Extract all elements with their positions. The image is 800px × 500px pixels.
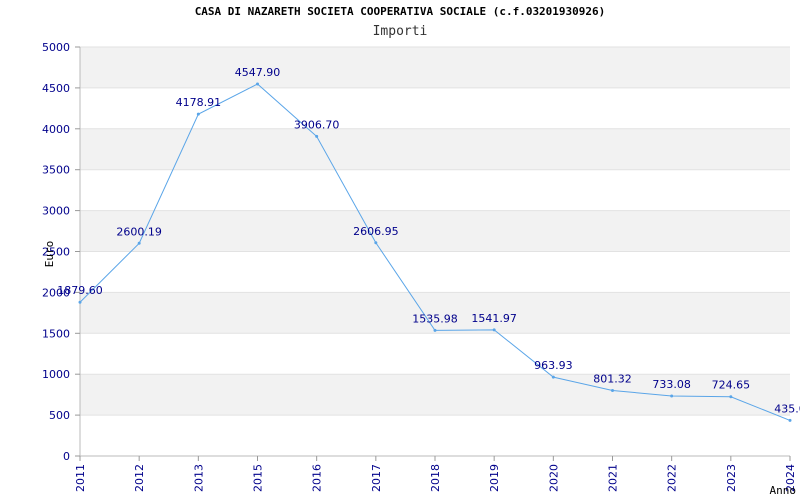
data-point [315,134,319,138]
data-point [256,82,259,86]
data-point [137,241,141,245]
y-tick-label: 4500 [42,82,70,95]
x-axis-ticks: 2011 2012 2013 2015 2016 2017 2018 2019 2020 2021… [74,456,797,492]
y-tick-label: 1000 [42,368,70,381]
data-label: 2606.95 [353,225,399,238]
data-label: 3906.70 [294,118,340,131]
data-label: 4547.90 [235,66,281,79]
y-tick-label: 4000 [42,123,70,136]
y-tick-label: 3500 [42,164,70,177]
data-label: 963.93 [534,359,573,372]
data-label: 1879.60 [57,284,103,297]
data-point [551,375,555,379]
x-tick-label: 2013 [192,464,205,492]
x-tick-label: 2015 [252,464,265,492]
data-point [196,112,200,116]
x-tick-label: 2020 [547,464,560,492]
data-point [374,241,378,245]
grid-band [80,47,790,88]
data-label: 2600.19 [116,225,162,238]
y-axis-label: Euro [43,241,56,268]
x-tick-label: 2022 [666,464,679,492]
data-point [433,328,437,332]
x-tick-label: 2016 [311,464,324,492]
y-tick-label: 3000 [42,205,70,218]
line-chart: 0500100015002000250030003500400045005000… [42,41,800,497]
y-tick-label: 0 [63,450,70,463]
grid-band [80,128,790,170]
data-label: 4178.91 [176,96,222,109]
x-tick-label: 2011 [74,464,87,492]
data-point [78,300,82,304]
data-point [492,328,496,332]
x-tick-label: 2018 [429,464,442,492]
y-tick-label: 1500 [42,327,70,340]
x-tick-label: 2021 [607,464,620,492]
data-label: 1535.98 [412,312,458,325]
grid-band [80,210,790,252]
data-label: 733.08 [652,378,691,391]
data-point [729,395,733,399]
x-axis-label: Anno [770,484,797,497]
data-label: 435.0 [774,402,800,415]
x-tick-label: 2019 [488,464,501,492]
x-tick-label: 2017 [370,464,383,492]
data-label: 724.65 [712,379,751,392]
data-point [788,418,792,422]
data-point [670,394,674,398]
x-tick-label: 2012 [133,464,146,492]
y-tick-label: 5000 [42,41,70,54]
x-tick-label: 2023 [725,464,738,492]
data-label: 1541.97 [471,312,517,325]
y-tick-label: 500 [49,409,70,422]
data-point [611,388,614,392]
data-label: 801.32 [593,372,632,385]
